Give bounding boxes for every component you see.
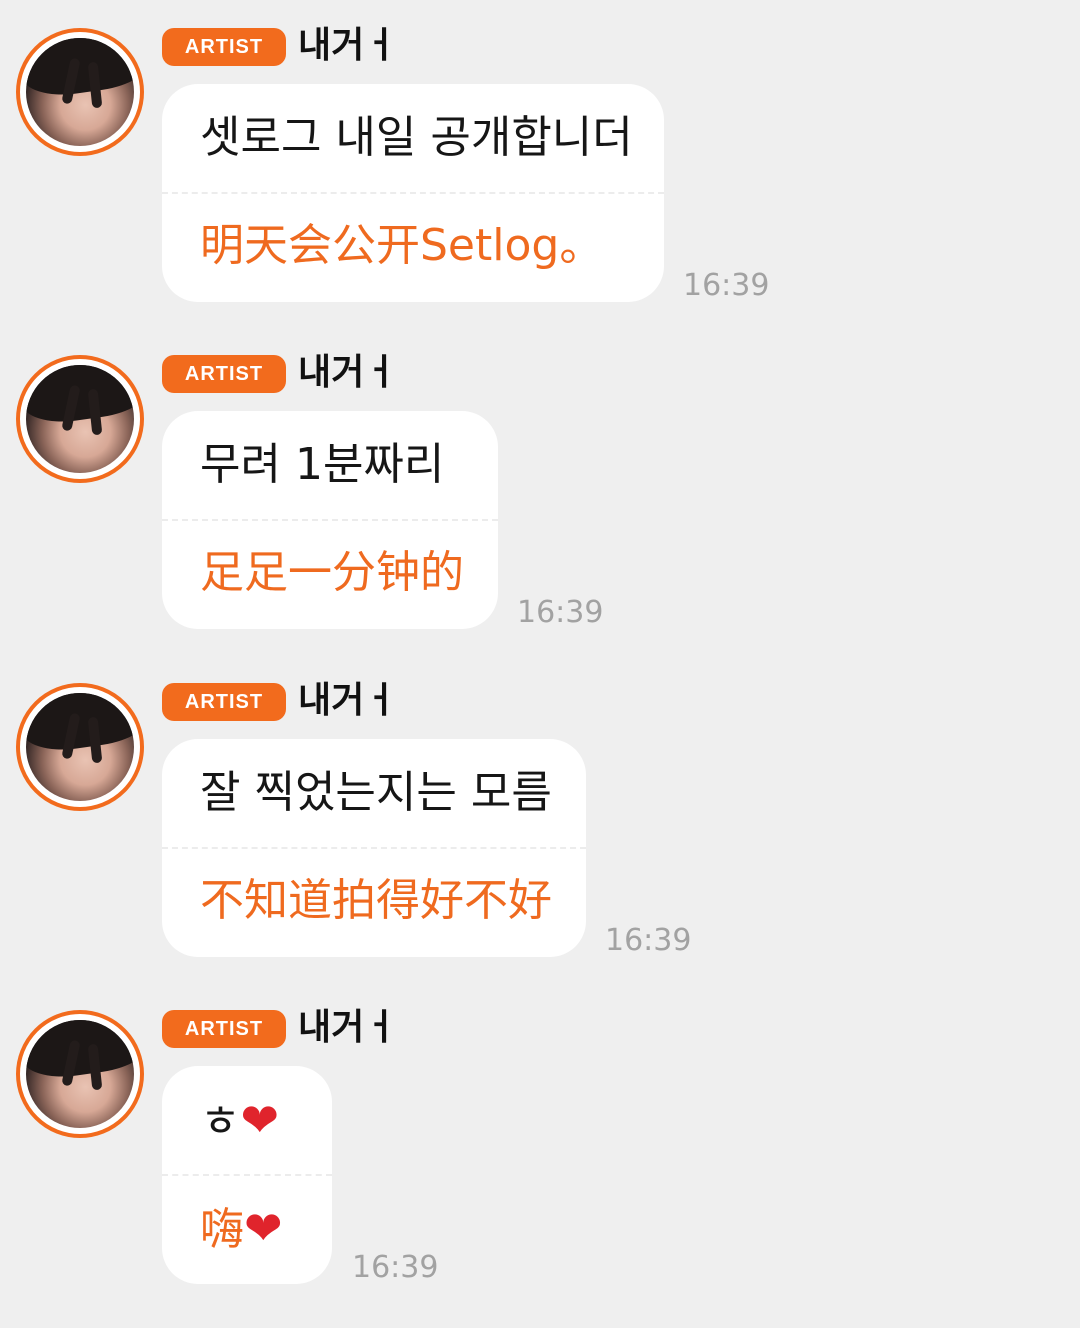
sender-name: 내거ㅓ xyxy=(298,25,398,66)
artist-avatar[interactable] xyxy=(16,355,144,483)
message-bubble[interactable]: 잘 찍었는지는 모름 不知道拍得好不好 xyxy=(162,739,586,957)
artist-avatar[interactable] xyxy=(16,1010,144,1138)
artist-badge: ARTIST xyxy=(162,355,286,393)
sender-name: 내거ㅓ xyxy=(298,1007,398,1048)
translation-divider xyxy=(162,519,498,521)
avatar-photo xyxy=(26,38,134,146)
translation-divider xyxy=(162,847,586,849)
heart-icon: ❤ xyxy=(244,1201,283,1255)
message-timestamp: 16:39 xyxy=(352,1250,439,1285)
artist-badge: ARTIST xyxy=(162,28,286,66)
sender-name: 내거ㅓ xyxy=(298,352,398,393)
message-korean-text: 셋로그 내일 공개합니더 xyxy=(200,112,633,163)
message-bubble[interactable]: 무려 1분짜리 足足一分钟的 xyxy=(162,411,498,629)
message-translation-text: 嗨❤ xyxy=(200,1200,283,1258)
avatar-photo xyxy=(26,1020,134,1128)
artist-avatar[interactable] xyxy=(16,28,144,156)
message-timestamp: 16:39 xyxy=(517,595,604,630)
message-timestamp: 16:39 xyxy=(605,923,692,958)
artist-avatar[interactable] xyxy=(16,683,144,811)
translation-divider xyxy=(162,1174,332,1176)
message-bubble[interactable]: ㅎ❤ 嗨❤ xyxy=(162,1066,332,1284)
translation-divider xyxy=(162,192,664,194)
message-translation-text: 明天会公开Setlog。 xyxy=(200,220,604,271)
message-timestamp: 16:39 xyxy=(683,268,770,303)
message-translation-text: 不知道拍得好不好 xyxy=(200,875,552,926)
message-korean-text: 무려 1분짜리 xyxy=(200,439,445,490)
avatar-photo xyxy=(26,365,134,473)
sender-name: 내거ㅓ xyxy=(298,680,398,721)
message-korean-text: 잘 찍었는지는 모름 xyxy=(200,767,552,818)
heart-icon: ❤ xyxy=(240,1093,280,1147)
avatar-photo xyxy=(26,693,134,801)
artist-badge: ARTIST xyxy=(162,683,286,721)
message-translation-char: 嗨 xyxy=(200,1204,244,1255)
message-translation-text: 足足一分钟的 xyxy=(200,547,464,598)
message-korean-text: ㅎ❤ xyxy=(200,1092,279,1150)
artist-badge: ARTIST xyxy=(162,1010,286,1048)
message-korean-char: ㅎ xyxy=(200,1096,241,1147)
message-bubble[interactable]: 셋로그 내일 공개합니더 明天会公开Setlog。 xyxy=(162,84,664,302)
